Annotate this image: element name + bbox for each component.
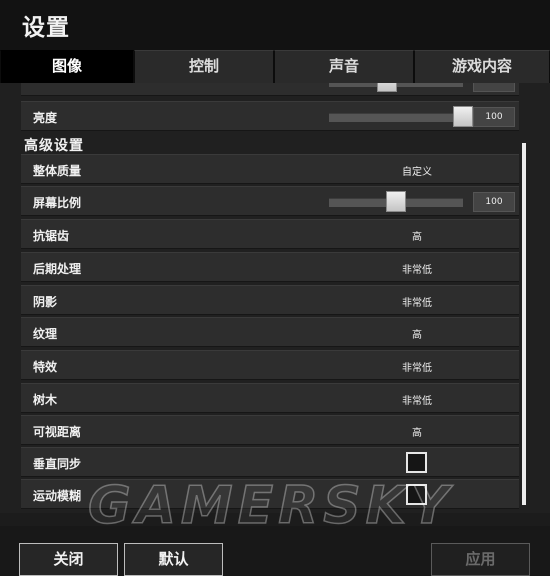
footer-bar: 关闭 默认 应用	[0, 526, 550, 576]
brightness-slider-thumb[interactable]	[453, 106, 473, 127]
anti-aliasing-label: 抗锯齿	[33, 229, 70, 243]
trees-label: 树木	[33, 393, 58, 407]
brightness-label: 亮度	[33, 111, 58, 125]
settings-row-brightness: 亮度 100	[21, 101, 519, 131]
settings-row-screen-ratio: 屏幕比例 100	[21, 186, 519, 216]
apply-button[interactable]: 应用	[431, 543, 530, 576]
window-title: 设置	[22, 15, 70, 41]
screen-ratio-value[interactable]: 100	[473, 192, 515, 212]
view-distance-value[interactable]: 高	[331, 424, 503, 439]
tab-bar: 图像 控制 声音 游戏内容	[0, 50, 550, 83]
overall-quality-value[interactable]: 自定义	[331, 163, 503, 178]
title-bar: 设置	[0, 0, 550, 50]
vsync-checkbox[interactable]	[406, 452, 427, 473]
post-processing-value[interactable]: 非常低	[331, 261, 503, 276]
settings-row-shadows[interactable]: 阴影 非常低	[21, 285, 519, 315]
settings-row-effects[interactable]: 特效 非常低	[21, 350, 519, 380]
close-button[interactable]: 关闭	[19, 543, 118, 576]
partial-slider-thumb[interactable]	[377, 83, 397, 92]
textures-value[interactable]: 高	[331, 326, 503, 341]
effects-label: 特效	[33, 360, 58, 374]
screen-ratio-slider-thumb[interactable]	[386, 191, 406, 212]
settings-row-view-distance[interactable]: 可视距离 高	[21, 415, 519, 445]
trees-value[interactable]: 非常低	[331, 392, 503, 407]
shadows-label: 阴影	[33, 295, 58, 309]
partial-slider-value	[473, 83, 515, 92]
motion-blur-checkbox[interactable]	[406, 484, 427, 505]
settings-row-post-processing[interactable]: 后期处理 非常低	[21, 252, 519, 282]
view-distance-label: 可视距离	[33, 425, 82, 439]
tab-game-content[interactable]: 游戏内容	[414, 50, 550, 83]
tab-sound[interactable]: 声音	[274, 50, 414, 83]
settings-row-trees[interactable]: 树木 非常低	[21, 383, 519, 413]
scrollbar[interactable]	[522, 143, 526, 505]
tab-controls[interactable]: 控制	[134, 50, 274, 83]
motion-blur-label: 运动模糊	[33, 489, 82, 503]
settings-row-textures[interactable]: 纹理 高	[21, 317, 519, 347]
tab-graphics[interactable]: 图像	[0, 50, 134, 83]
shadows-value[interactable]: 非常低	[331, 294, 503, 309]
anti-aliasing-value[interactable]: 高	[331, 228, 503, 243]
vsync-label: 垂直同步	[33, 457, 82, 471]
section-title-advanced: 高级设置	[24, 138, 84, 154]
settings-panel: 亮度 100 高级设置 整体质量 自定义 屏幕比例 100 抗锯齿 高 后期处理…	[0, 83, 550, 513]
settings-row-overall-quality[interactable]: 整体质量 自定义	[21, 154, 519, 184]
settings-row-partial	[21, 83, 519, 96]
default-button[interactable]: 默认	[124, 543, 223, 576]
brightness-value[interactable]: 100	[473, 107, 515, 127]
settings-row-motion-blur: 运动模糊	[21, 479, 519, 509]
overall-quality-label: 整体质量	[33, 164, 82, 178]
post-processing-label: 后期处理	[33, 262, 82, 276]
settings-row-anti-aliasing[interactable]: 抗锯齿 高	[21, 219, 519, 249]
settings-row-vsync: 垂直同步	[21, 447, 519, 477]
textures-label: 纹理	[33, 327, 58, 341]
brightness-slider-track[interactable]	[329, 113, 463, 122]
screen-ratio-label: 屏幕比例	[33, 196, 82, 210]
effects-value[interactable]: 非常低	[331, 359, 503, 374]
